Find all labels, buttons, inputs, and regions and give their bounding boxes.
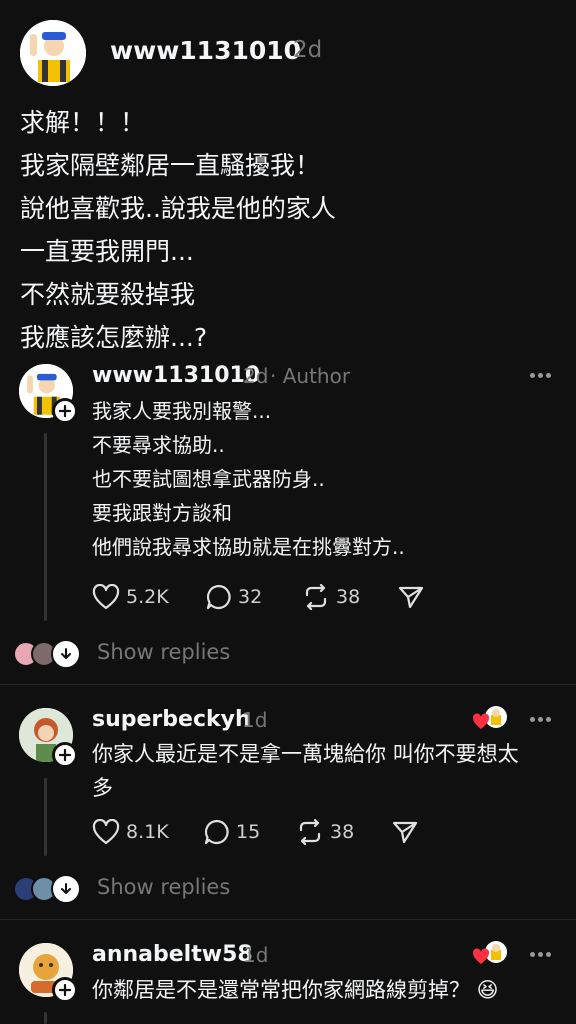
follow-plus-icon[interactable] <box>52 742 78 768</box>
comment-button[interactable]: 15 <box>204 819 260 845</box>
divider <box>0 919 576 920</box>
comment-button[interactable]: 32 <box>206 584 262 610</box>
repost-icon <box>305 584 327 610</box>
repost-button[interactable]: 38 <box>302 584 360 610</box>
author-liked-badge <box>472 940 510 970</box>
reply-username[interactable]: www1131010 <box>92 363 260 388</box>
post-body: 求解！！！ 我家隔壁鄰居一直騷擾我！ 說他喜歡我..說我是他的家人 一直要我開門… <box>20 101 336 359</box>
comment-count: 32 <box>238 586 263 608</box>
show-replies-link[interactable]: Show replies <box>97 640 230 664</box>
author-liked-badge <box>472 705 510 735</box>
post-line: 我家隔壁鄰居一直騷擾我！ <box>20 151 321 180</box>
comment-icon <box>206 584 231 610</box>
like-button[interactable]: 8.1K <box>92 819 169 845</box>
reply-username[interactable]: annabeltw58 <box>92 942 253 967</box>
thread-line <box>44 1012 47 1024</box>
heart-icon <box>92 819 120 845</box>
like-count: 5.2K <box>126 586 169 608</box>
send-icon <box>398 586 424 609</box>
reply-line: 你鄰居是不是還常常把你家網路線剪掉？ 😆 <box>92 978 499 1002</box>
chevron-down-icon[interactable] <box>51 639 81 669</box>
reply-line: 我家人要我別報警... <box>92 399 272 423</box>
post-time: 2d <box>293 37 323 63</box>
reply-body: 我家人要我別報警... 不要尋求協助.. 也不要試圖想拿武器防身.. 要我跟對方… <box>92 394 405 564</box>
share-button[interactable] <box>392 820 418 844</box>
reply-body: 你家人最近是不是拿一萬塊給你 叫你不要想太 多 <box>92 737 519 805</box>
thread-line <box>44 433 47 621</box>
comment-icon <box>204 819 229 845</box>
send-icon <box>392 821 418 844</box>
avatar[interactable] <box>20 20 86 86</box>
reply-line: 不要尋求協助.. <box>92 433 225 457</box>
share-button[interactable] <box>398 585 424 609</box>
more-options-icon[interactable] <box>530 717 551 722</box>
repost-count: 38 <box>336 586 361 608</box>
more-options-icon[interactable] <box>530 952 551 957</box>
post-username[interactable]: www1131010 <box>110 36 301 65</box>
show-replies-link[interactable]: Show replies <box>97 875 230 899</box>
comment-count: 15 <box>236 821 261 843</box>
reply-time: 2d <box>243 364 269 388</box>
reply-line: 你家人最近是不是拿一萬塊給你 叫你不要想太 <box>92 742 519 766</box>
post-line: 求解！！！ <box>20 108 146 137</box>
repost-button[interactable]: 38 <box>296 819 354 845</box>
post-line: 不然就要殺掉我 <box>20 280 196 309</box>
follow-plus-icon[interactable] <box>52 977 78 1003</box>
reply-body: 你鄰居是不是還常常把你家網路線剪掉？ 😆 <box>92 973 499 1007</box>
follow-plus-icon[interactable] <box>52 398 78 424</box>
reply-line: 多 <box>92 776 113 800</box>
post-line: 我應該怎麼辦...? <box>20 323 208 352</box>
reply-username[interactable]: superbeckyh <box>92 707 251 732</box>
author-tag: · Author <box>270 364 351 388</box>
repost-icon <box>299 819 321 845</box>
post-line: 一直要我開門... <box>20 237 194 266</box>
more-options-icon[interactable] <box>530 373 551 378</box>
post-line: 說他喜歡我..說我是他的家人 <box>20 194 336 223</box>
reply-line: 要我跟對方談和 <box>92 501 232 525</box>
chevron-down-icon[interactable] <box>51 874 81 904</box>
like-count: 8.1K <box>126 821 169 843</box>
reply-time: 1d <box>243 943 269 967</box>
repost-count: 38 <box>330 821 355 843</box>
reply-line: 他們說我尋求協助就是在挑釁對方.. <box>92 535 405 559</box>
reply-time: 1d <box>242 708 268 732</box>
reply-line: 也不要試圖想拿武器防身.. <box>92 467 325 491</box>
divider <box>0 684 576 685</box>
like-button[interactable]: 5.2K <box>92 584 169 610</box>
thread-line <box>44 778 47 856</box>
heart-icon <box>92 584 120 610</box>
